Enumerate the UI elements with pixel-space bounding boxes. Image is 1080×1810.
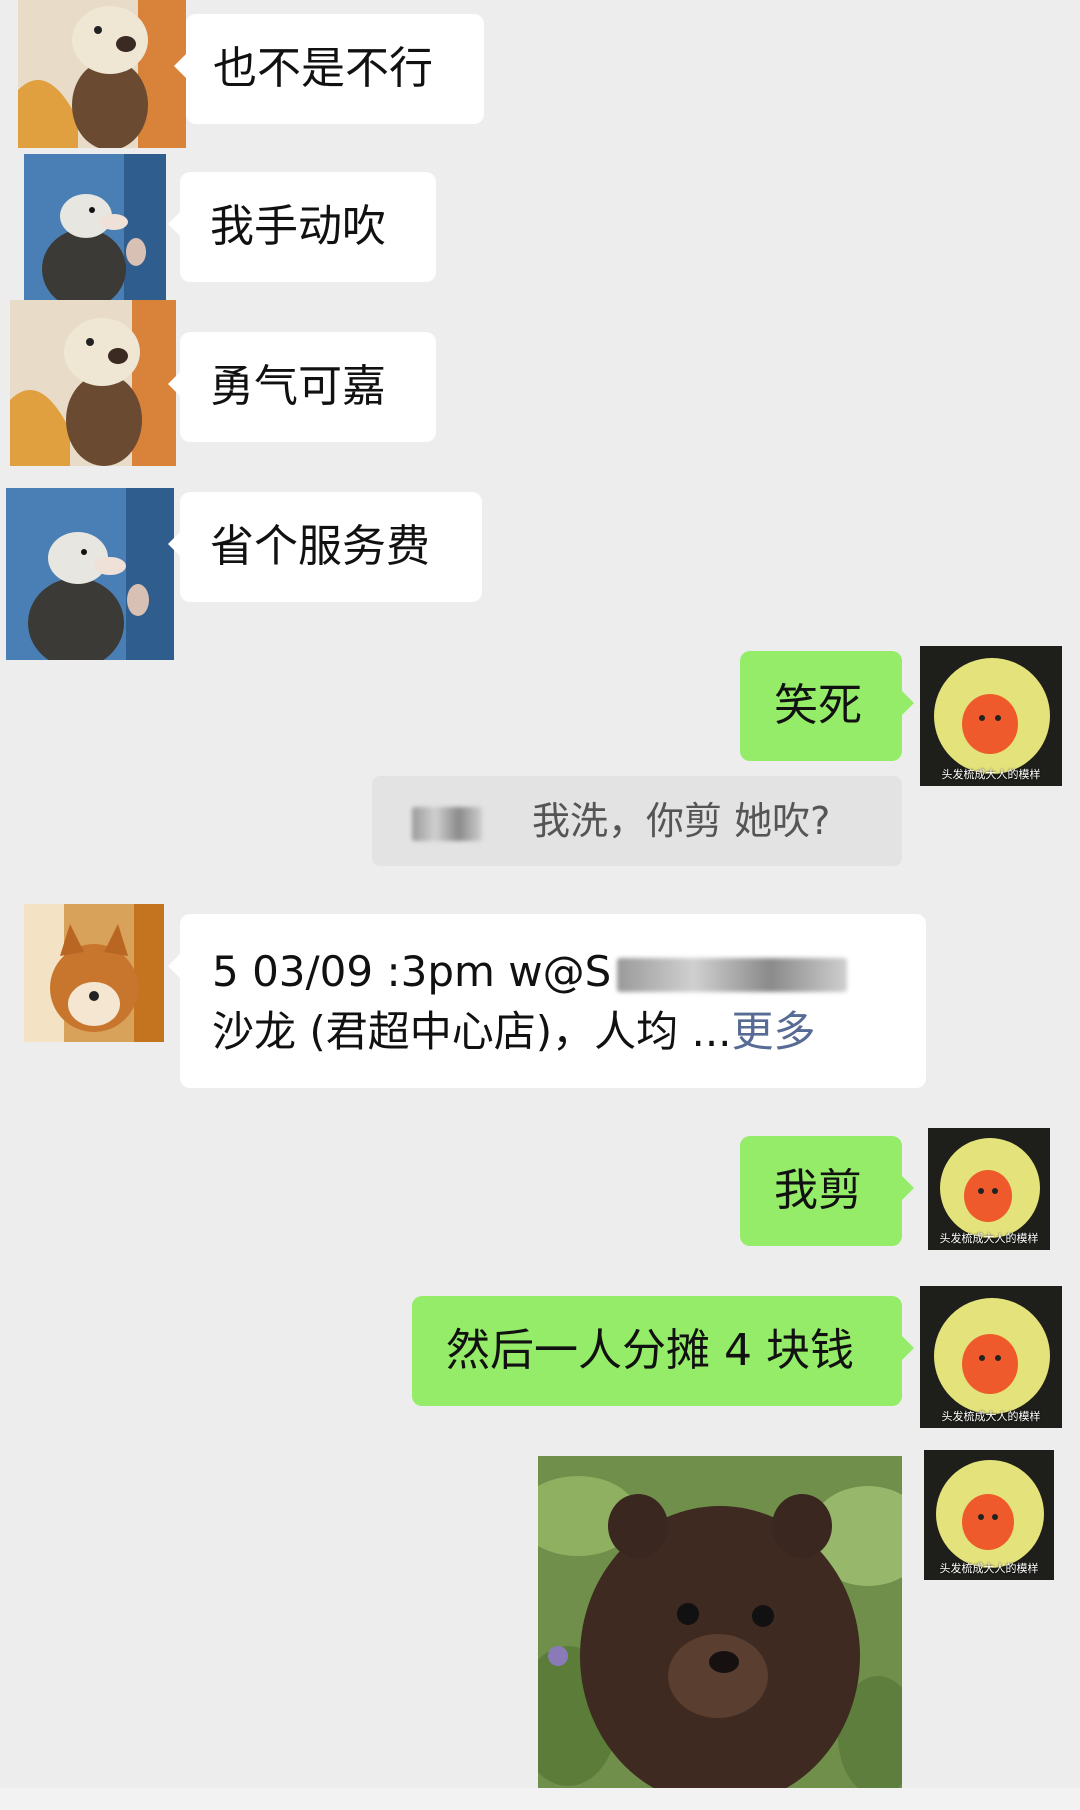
- more-link[interactable]: 更多: [732, 1007, 816, 1056]
- yellow-hair-doll-avatar[interactable]: 头发梳成大人的模样: [920, 646, 1062, 786]
- avatar-caption: 头发梳成大人的模样: [941, 1410, 1041, 1423]
- message-text: 我剪: [774, 1165, 862, 1216]
- quoted-message[interactable]: 我洗，你剪 她吹?: [372, 776, 902, 866]
- opossum-thumbs-up-avatar[interactable]: [6, 488, 174, 660]
- message-text: 然后一人分摊 4 块钱: [446, 1325, 854, 1376]
- event-line-2: 沙龙 (君超中心店)，人均 ...更多: [212, 1007, 816, 1056]
- avatar-caption: 头发梳成大人的模样: [941, 768, 1041, 781]
- otter-avatar[interactable]: [18, 0, 186, 148]
- message-text: 我手动吹: [210, 201, 386, 252]
- opossum-thumbs-up-avatar[interactable]: [24, 154, 166, 300]
- message-text: 笑死: [774, 680, 862, 731]
- yellow-hair-doll-avatar[interactable]: 头发梳成大人的模样: [928, 1128, 1050, 1250]
- avatar-caption: 头发梳成大人的模样: [939, 1232, 1039, 1245]
- bottom-edge: [0, 1788, 1080, 1810]
- message-bubble-8[interactable]: 然后一人分摊 4 块钱: [412, 1296, 914, 1406]
- message-bubble-3[interactable]: 勇气可嘉: [168, 332, 436, 442]
- message-bubble-5[interactable]: 笑死: [740, 651, 914, 761]
- message-bubble-7[interactable]: 我剪: [740, 1136, 914, 1246]
- message-bubble-1[interactable]: 也不是不行: [174, 14, 484, 124]
- message-bubble-4[interactable]: 省个服务费: [168, 492, 482, 602]
- event-line-1: 5 03/09 :3pm w@S: [212, 942, 894, 1002]
- message-bubble-2[interactable]: 我手动吹: [168, 172, 436, 282]
- yellow-hair-doll-avatar[interactable]: 头发梳成大人的模样: [920, 1286, 1062, 1428]
- redacted-text: [617, 957, 848, 992]
- message-text: 也不是不行: [213, 43, 433, 94]
- otter-avatar[interactable]: [10, 300, 176, 466]
- redacted-name: [412, 806, 482, 841]
- shiba-avatar[interactable]: [24, 904, 164, 1042]
- quote-text: 我洗，你剪 她吹?: [532, 799, 831, 843]
- yellow-hair-doll-avatar[interactable]: 头发梳成大人的模样: [924, 1450, 1054, 1580]
- message-text: 省个服务费: [210, 521, 430, 572]
- message-text: 勇气可嘉: [210, 361, 386, 412]
- chat-area: 也不是不行 我手动吹 勇气可嘉 省个服务费 笑死 头发梳成大人的模样 我洗，你剪…: [0, 0, 1080, 1810]
- avatar-caption: 头发梳成大人的模样: [939, 1562, 1039, 1575]
- bear-cub-sticker[interactable]: [538, 1456, 902, 1790]
- message-bubble-6[interactable]: 5 03/09 :3pm w@S 沙龙 (君超中心店)，人均 ...更多: [168, 914, 926, 1088]
